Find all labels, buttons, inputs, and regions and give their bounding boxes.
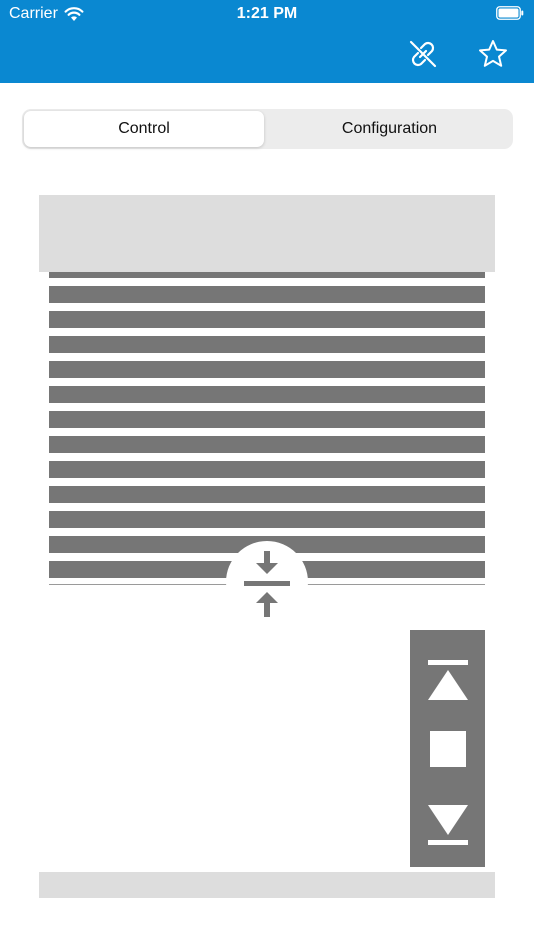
shade-slats	[49, 272, 485, 585]
move-up-icon	[427, 660, 468, 700]
star-icon[interactable]	[477, 38, 509, 70]
tilt-handle[interactable]	[226, 541, 308, 623]
stop-button[interactable]	[410, 714, 485, 784]
shade-slat	[49, 272, 485, 278]
shade-slat	[49, 336, 485, 353]
battery-icon	[496, 6, 524, 20]
app-bar: Carrier 1:21 PM	[0, 0, 534, 83]
shade-slat	[49, 486, 485, 503]
compress-icon	[244, 551, 290, 617]
tab-control[interactable]: Control	[24, 111, 264, 147]
shade-slat	[49, 286, 485, 303]
stop-icon	[429, 731, 466, 767]
move-up-button[interactable]	[410, 645, 485, 715]
shade-control-panel	[410, 630, 485, 867]
move-down-button[interactable]	[410, 790, 485, 860]
shade-slat	[49, 311, 485, 328]
shade-slat	[49, 461, 485, 478]
shade-slat	[49, 436, 485, 453]
unlink-icon[interactable]	[407, 38, 439, 70]
shade-slat	[49, 361, 485, 378]
shade-housing	[39, 195, 495, 272]
shade-bottom-rail	[39, 872, 495, 898]
tab-configuration[interactable]: Configuration	[268, 111, 511, 147]
shade-slat	[49, 386, 485, 403]
status-time: 1:21 PM	[236, 5, 298, 22]
shade-slat	[49, 411, 485, 428]
shade-slat	[49, 511, 485, 528]
move-down-icon	[427, 805, 468, 845]
segmented-control: Control Configuration	[22, 109, 513, 149]
